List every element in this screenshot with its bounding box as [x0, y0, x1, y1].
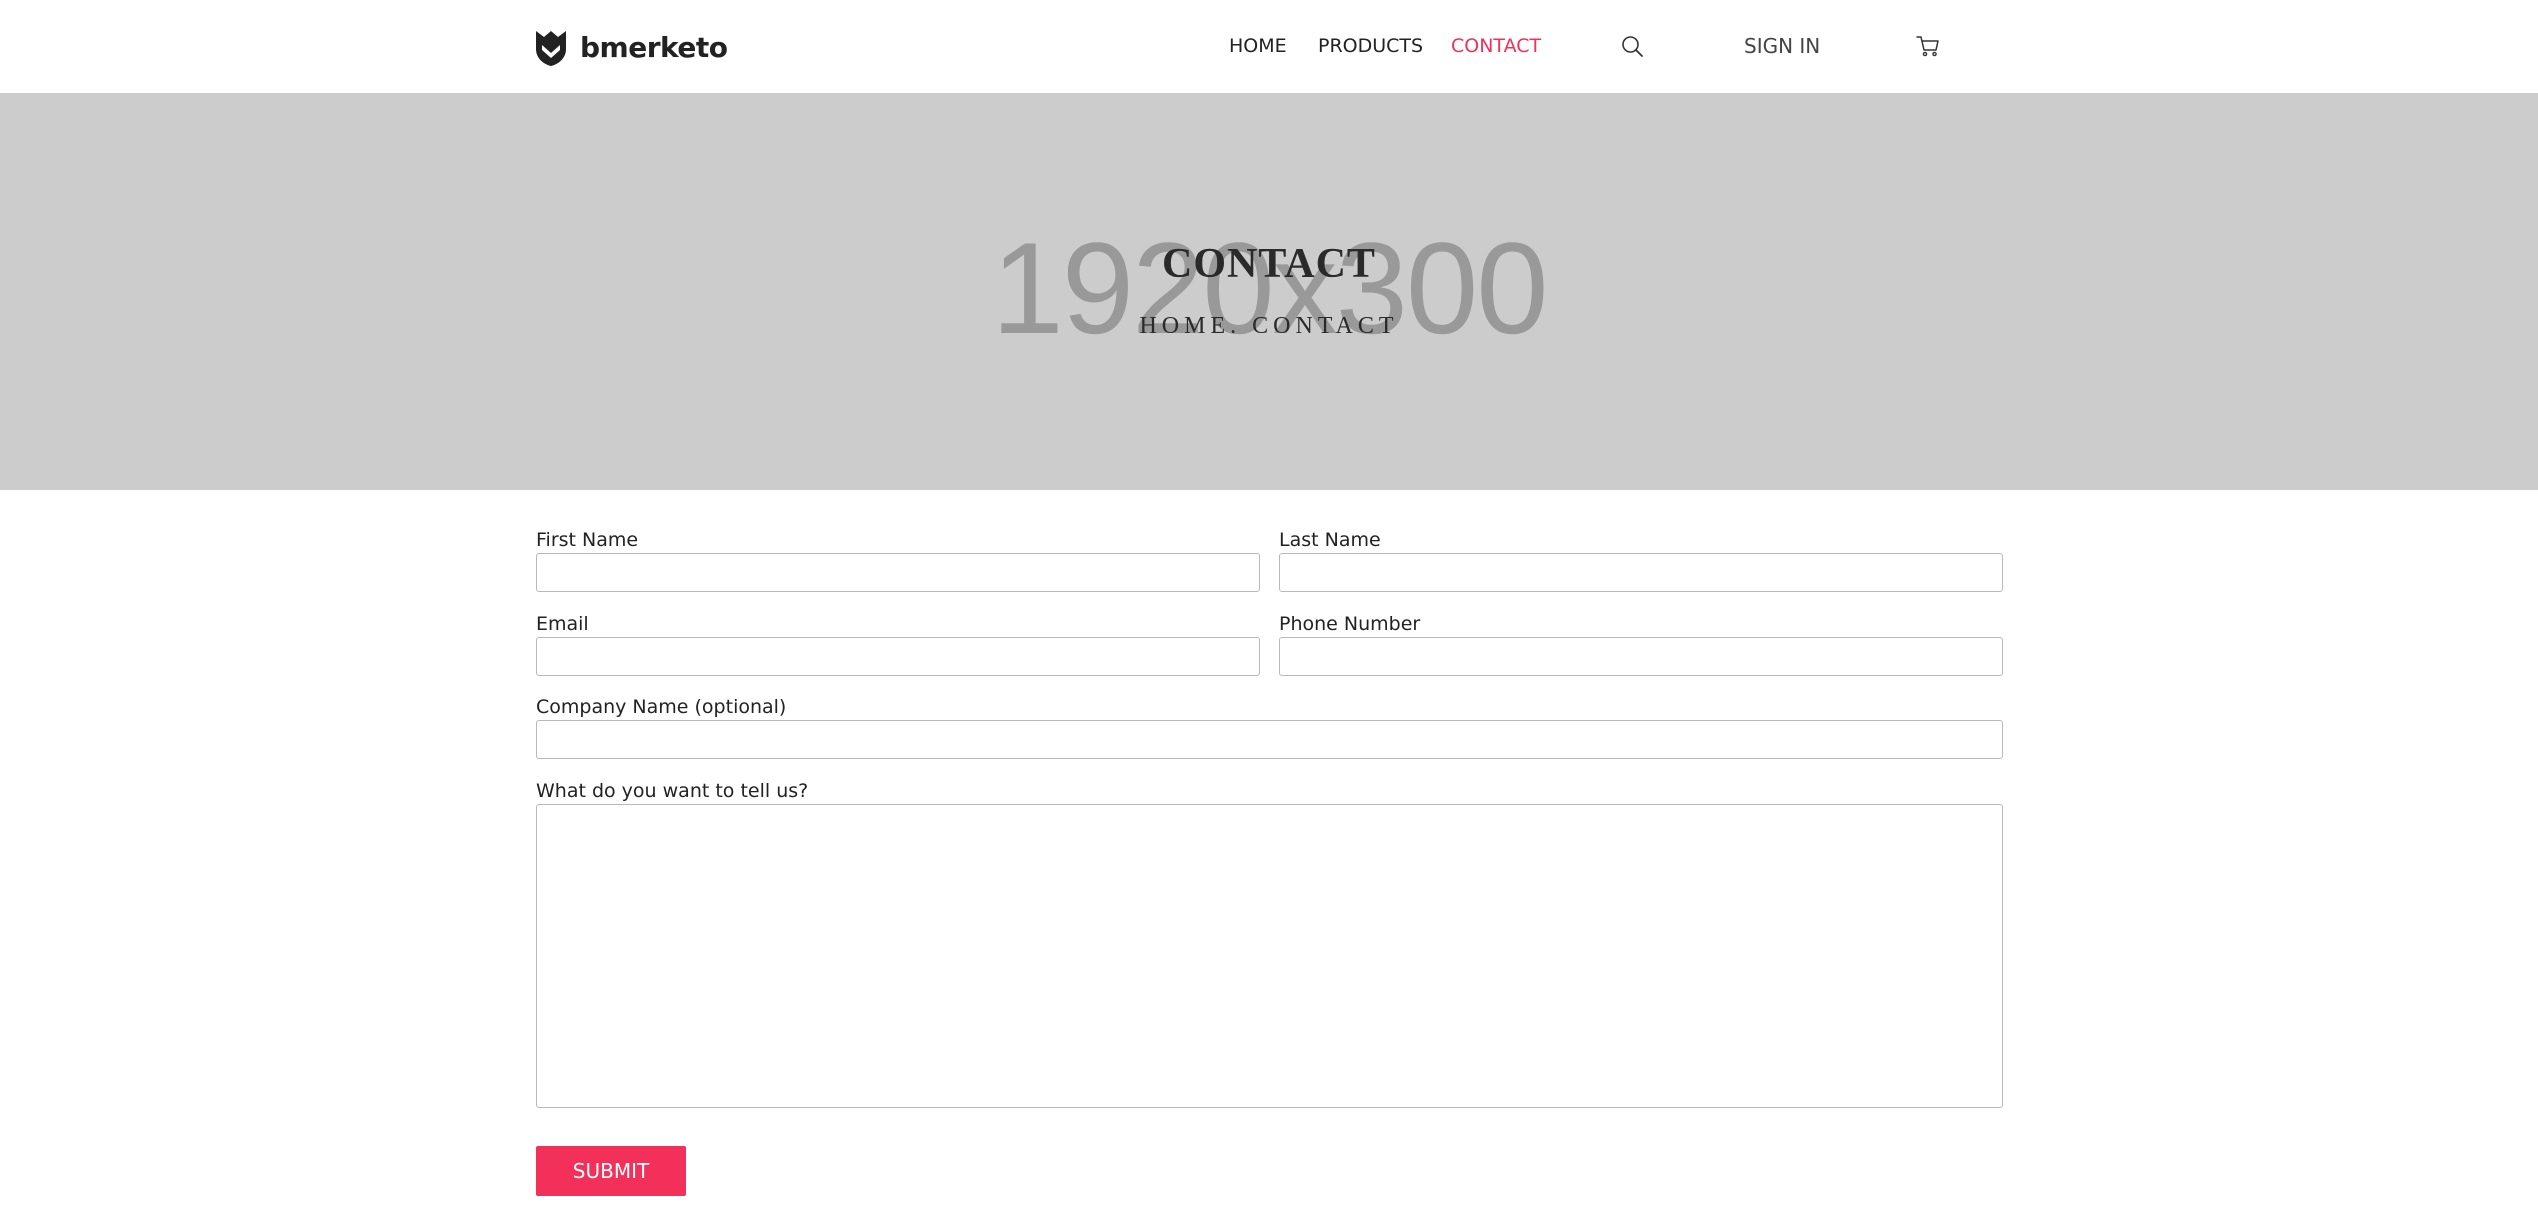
sign-in-link[interactable]: SIGN IN	[1744, 32, 1820, 60]
brand-logo-link[interactable]: bmerketo	[534, 26, 728, 68]
brand-logo-icon	[536, 31, 566, 66]
nav-contact-link[interactable]: CONTACT	[1451, 32, 1541, 60]
submit-button[interactable]: SUBMIT	[536, 1146, 686, 1196]
site-header: bmerketo HOME PRODUCTS CONTACT SIGN IN	[0, 0, 2538, 93]
message-textarea[interactable]	[536, 804, 2003, 1108]
breadcrumb-text: HOME. CONTACT	[1139, 313, 1399, 339]
email-label: Email	[536, 613, 589, 635]
brand-name: bmerketo	[580, 30, 728, 64]
search-button[interactable]	[1619, 33, 1647, 61]
nav-home-link[interactable]: HOME	[1229, 32, 1287, 60]
last-name-field[interactable]	[1279, 553, 2003, 592]
email-field[interactable]	[536, 637, 1260, 676]
cart-button[interactable]	[1914, 32, 1942, 60]
nav-products-link[interactable]: PRODUCTS	[1318, 32, 1423, 60]
hero-banner: 1920x300 CONTACT HOME. CONTACT	[0, 93, 2538, 490]
message-label: What do you want to tell us?	[536, 780, 809, 802]
search-icon	[1622, 36, 1643, 57]
company-name-field[interactable]	[536, 720, 2003, 759]
phone-number-label: Phone Number	[1279, 613, 1421, 635]
breadcrumb: HOME. CONTACT	[0, 311, 2538, 341]
last-name-label: Last Name	[1279, 529, 1381, 551]
phone-number-field[interactable]	[1279, 637, 2003, 676]
first-name-field[interactable]	[536, 553, 1260, 592]
cart-icon	[1916, 36, 1939, 57]
page-title: CONTACT	[1162, 241, 1376, 287]
first-name-label: First Name	[536, 529, 639, 551]
company-name-label: Company Name (optional)	[536, 696, 787, 718]
